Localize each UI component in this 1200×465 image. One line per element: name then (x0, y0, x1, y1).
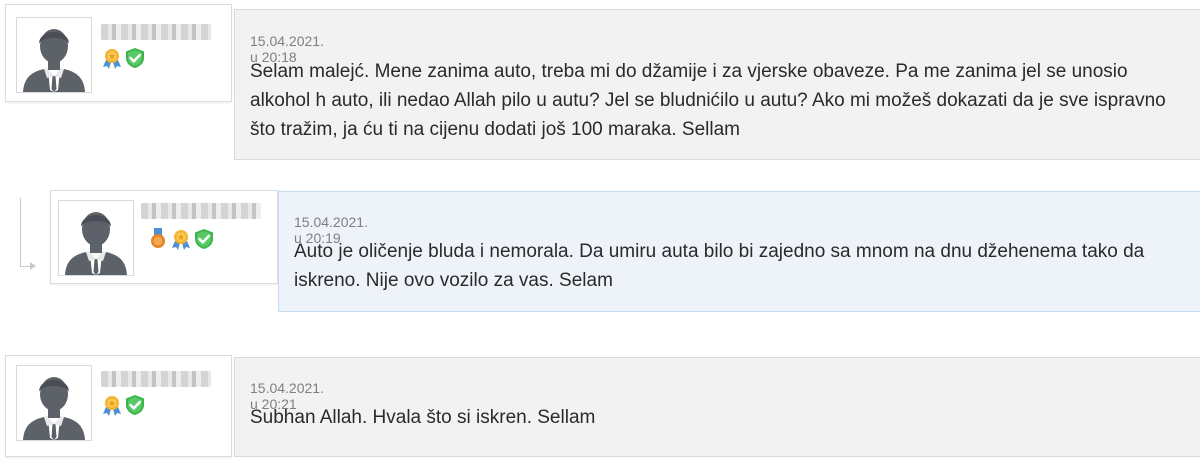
user-silhouette-icon (59, 201, 133, 275)
award-icon (170, 228, 192, 250)
award-icon (101, 47, 123, 69)
badge-row (147, 228, 215, 250)
avatar[interactable] (16, 365, 92, 441)
message-text: Auto je oličenje bluda i nemorala. Da um… (294, 241, 1145, 291)
avatar[interactable] (16, 17, 92, 93)
badge-row (101, 47, 146, 69)
reply-connector (20, 198, 31, 267)
message-text: Selam malejć. Mene zanima auto, treba mi… (250, 61, 1166, 140)
reply-arrow-icon (30, 262, 36, 270)
badge-row (101, 394, 146, 416)
medal-icon (147, 228, 169, 250)
username-blurred[interactable] (101, 371, 211, 387)
verified-shield-icon (193, 228, 215, 250)
avatar[interactable] (58, 200, 134, 276)
username-blurred[interactable] (101, 24, 211, 40)
message-text: Subhan Allah. Hvala što si iskren. Sella… (250, 407, 596, 428)
user-silhouette-icon (17, 18, 91, 92)
verified-shield-icon (124, 47, 146, 69)
username-blurred[interactable] (141, 203, 261, 219)
award-icon (101, 394, 123, 416)
user-silhouette-icon (17, 366, 91, 440)
verified-shield-icon (124, 394, 146, 416)
